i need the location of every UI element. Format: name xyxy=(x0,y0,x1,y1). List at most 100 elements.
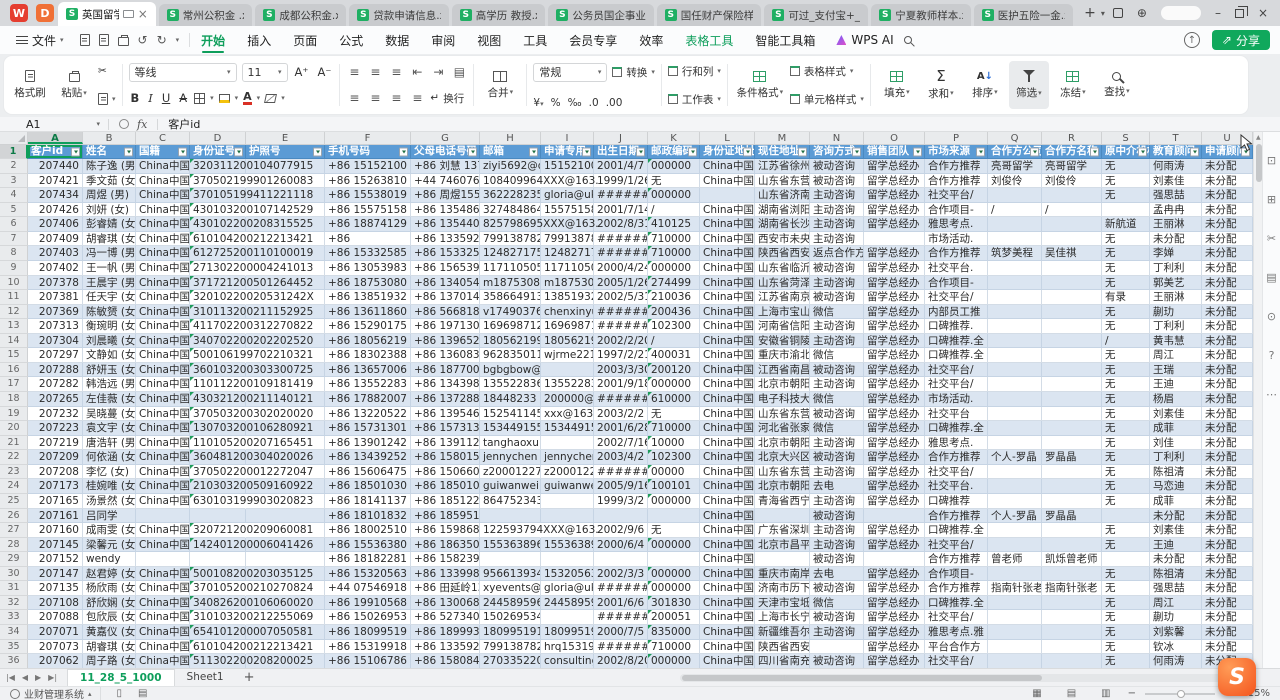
filter-dropdown-icon[interactable] xyxy=(1090,147,1099,156)
cell[interactable]: 平台合作方 xyxy=(925,640,988,655)
cell[interactable]: +86 18099519 xyxy=(325,625,411,640)
search-icon[interactable] xyxy=(904,36,912,44)
cell[interactable]: 孟冉冉 xyxy=(1150,203,1202,218)
cell[interactable]: 100101 xyxy=(648,479,700,494)
cell[interactable]: 刘素佳 xyxy=(1150,174,1202,189)
cell[interactable]: China中国 xyxy=(700,479,755,494)
cell[interactable]: 留学总经办 xyxy=(864,348,925,363)
bold-button[interactable]: B xyxy=(129,91,142,105)
tune-icon[interactable]: ⊡ xyxy=(1267,154,1276,167)
cell[interactable]: 未分配 xyxy=(1202,509,1253,524)
cell[interactable]: 799138782 xyxy=(480,640,541,655)
cell[interactable]: 430102200208315525 xyxy=(190,217,246,232)
cell[interactable] xyxy=(246,509,325,524)
cell[interactable] xyxy=(864,509,925,524)
cell[interactable]: 207282 xyxy=(28,377,83,392)
cell[interactable]: 李婵 xyxy=(1150,246,1202,261)
cell[interactable]: China中国 xyxy=(136,407,190,422)
cell[interactable] xyxy=(594,552,648,567)
cell[interactable]: 合作项目- xyxy=(925,567,988,582)
row-number[interactable]: 9 xyxy=(0,261,28,276)
cell[interactable]: 主动咨询 xyxy=(810,494,864,509)
cell[interactable] xyxy=(1042,261,1102,276)
cell[interactable]: China中国 xyxy=(136,567,190,582)
share-button[interactable]: ⇗分享 xyxy=(1212,30,1270,50)
cell[interactable] xyxy=(541,509,594,524)
column-letter-S[interactable]: S xyxy=(1102,132,1150,144)
filter-dropdown-icon[interactable] xyxy=(1138,147,1147,156)
cell[interactable]: China中国 xyxy=(136,377,190,392)
cell[interactable]: 000000 xyxy=(648,494,700,509)
cell[interactable]: 000000 xyxy=(648,377,700,392)
ai-formula-icon[interactable] xyxy=(119,119,129,129)
font-size-select[interactable]: 11▾ xyxy=(242,63,288,82)
row-number[interactable]: 15 xyxy=(0,348,28,363)
cell[interactable]: jennychen xyxy=(480,450,541,465)
permille-button[interactable]: ‰ xyxy=(568,97,582,109)
cell[interactable]: 杨眉 xyxy=(1150,392,1202,407)
increase-decimal-button[interactable]: .00 xyxy=(606,97,623,109)
cell[interactable]: 无 xyxy=(1102,188,1150,203)
cell[interactable]: 169698712 xyxy=(541,319,594,334)
cell[interactable]: 207209 xyxy=(28,450,83,465)
row-number[interactable]: 25 xyxy=(0,494,28,509)
filter-dropdown-icon[interactable] xyxy=(743,147,752,156)
column-letter-D[interactable]: D xyxy=(190,132,246,144)
cell[interactable] xyxy=(1042,436,1102,451)
table-style-button[interactable]: 表格样式▾ xyxy=(790,61,864,81)
cell[interactable]: 207161 xyxy=(28,509,83,524)
cell[interactable]: 207378 xyxy=(28,276,83,291)
cell[interactable]: 207406 xyxy=(28,217,83,232)
find-button[interactable]: 查找▾ xyxy=(1097,61,1137,109)
cell[interactable]: 山东省济南 xyxy=(755,188,810,203)
row-number[interactable]: 31 xyxy=(0,581,28,596)
column-letter-M[interactable]: M xyxy=(755,132,810,144)
cell[interactable]: China中国 xyxy=(136,159,190,174)
cell[interactable]: 刘紫馨 xyxy=(1150,625,1202,640)
cell[interactable]: 152541145 xyxy=(480,407,541,422)
cell[interactable]: 丁利利 xyxy=(1150,261,1202,276)
cell[interactable]: 207145 xyxy=(28,538,83,553)
cell[interactable]: +86 1859518772 xyxy=(411,509,480,524)
cell[interactable]: 社交平台/ xyxy=(925,465,988,480)
cell[interactable]: 社交平台/ xyxy=(925,363,988,378)
cell[interactable]: +86 1354866895 xyxy=(411,203,480,218)
cell[interactable]: 956613934 xyxy=(480,567,541,582)
cell[interactable]: 2001/6/6 xyxy=(594,596,648,611)
cell[interactable]: 无 xyxy=(1102,421,1150,436)
cell[interactable]: 何依涵 (女 xyxy=(83,450,136,465)
cell[interactable]: 王一帆 (男 xyxy=(83,261,136,276)
cell[interactable]: China中国 xyxy=(700,494,755,509)
cell[interactable]: 654101200007050581 xyxy=(190,625,246,640)
horizontal-scroll-thumb[interactable] xyxy=(682,675,1042,681)
quickbar-more-icon[interactable]: ▾ xyxy=(176,36,180,44)
cell[interactable] xyxy=(1042,596,1102,611)
cell[interactable]: +86 1506607386 xyxy=(411,465,480,480)
cell[interactable]: 未分配 xyxy=(1202,334,1253,349)
cell[interactable]: 留学总经办 xyxy=(864,334,925,349)
cell[interactable]: 无 xyxy=(1102,465,1150,480)
cell[interactable]: 500108200203035125 xyxy=(190,567,246,582)
cell[interactable]: 102300 xyxy=(648,319,700,334)
cell[interactable] xyxy=(190,552,246,567)
cell[interactable] xyxy=(541,363,594,378)
cell[interactable]: m1875308 xyxy=(480,276,541,291)
row-number[interactable]: 33 xyxy=(0,610,28,625)
cell[interactable]: +86 1877000215 xyxy=(411,363,480,378)
cell[interactable]: 无 xyxy=(1102,596,1150,611)
system-label[interactable]: 业财管理系统 xyxy=(24,686,84,700)
merge-cells-button[interactable]: 合并▾ xyxy=(480,61,520,109)
cell[interactable]: 成菲 xyxy=(1150,421,1202,436)
align-bottom-icon[interactable]: ≡ xyxy=(388,65,404,79)
cell[interactable]: 未分配 xyxy=(1202,567,1253,582)
cell[interactable]: +86 刘慧 137052 xyxy=(411,159,480,174)
cell[interactable]: ziyi5692@q xyxy=(480,159,541,174)
decrease-indent-icon[interactable]: ⇤ xyxy=(409,65,425,79)
column-header[interactable]: 原中介机构 xyxy=(1102,145,1150,159)
cell[interactable]: 雅思考点. xyxy=(925,436,988,451)
cell[interactable]: 200051 xyxy=(648,610,700,625)
cell[interactable]: 何雨涛 xyxy=(1150,159,1202,174)
conditional-format-button[interactable]: 条件格式▾ xyxy=(734,61,786,109)
cell[interactable]: China中国 xyxy=(136,203,190,218)
row-number[interactable]: 23 xyxy=(0,465,28,480)
